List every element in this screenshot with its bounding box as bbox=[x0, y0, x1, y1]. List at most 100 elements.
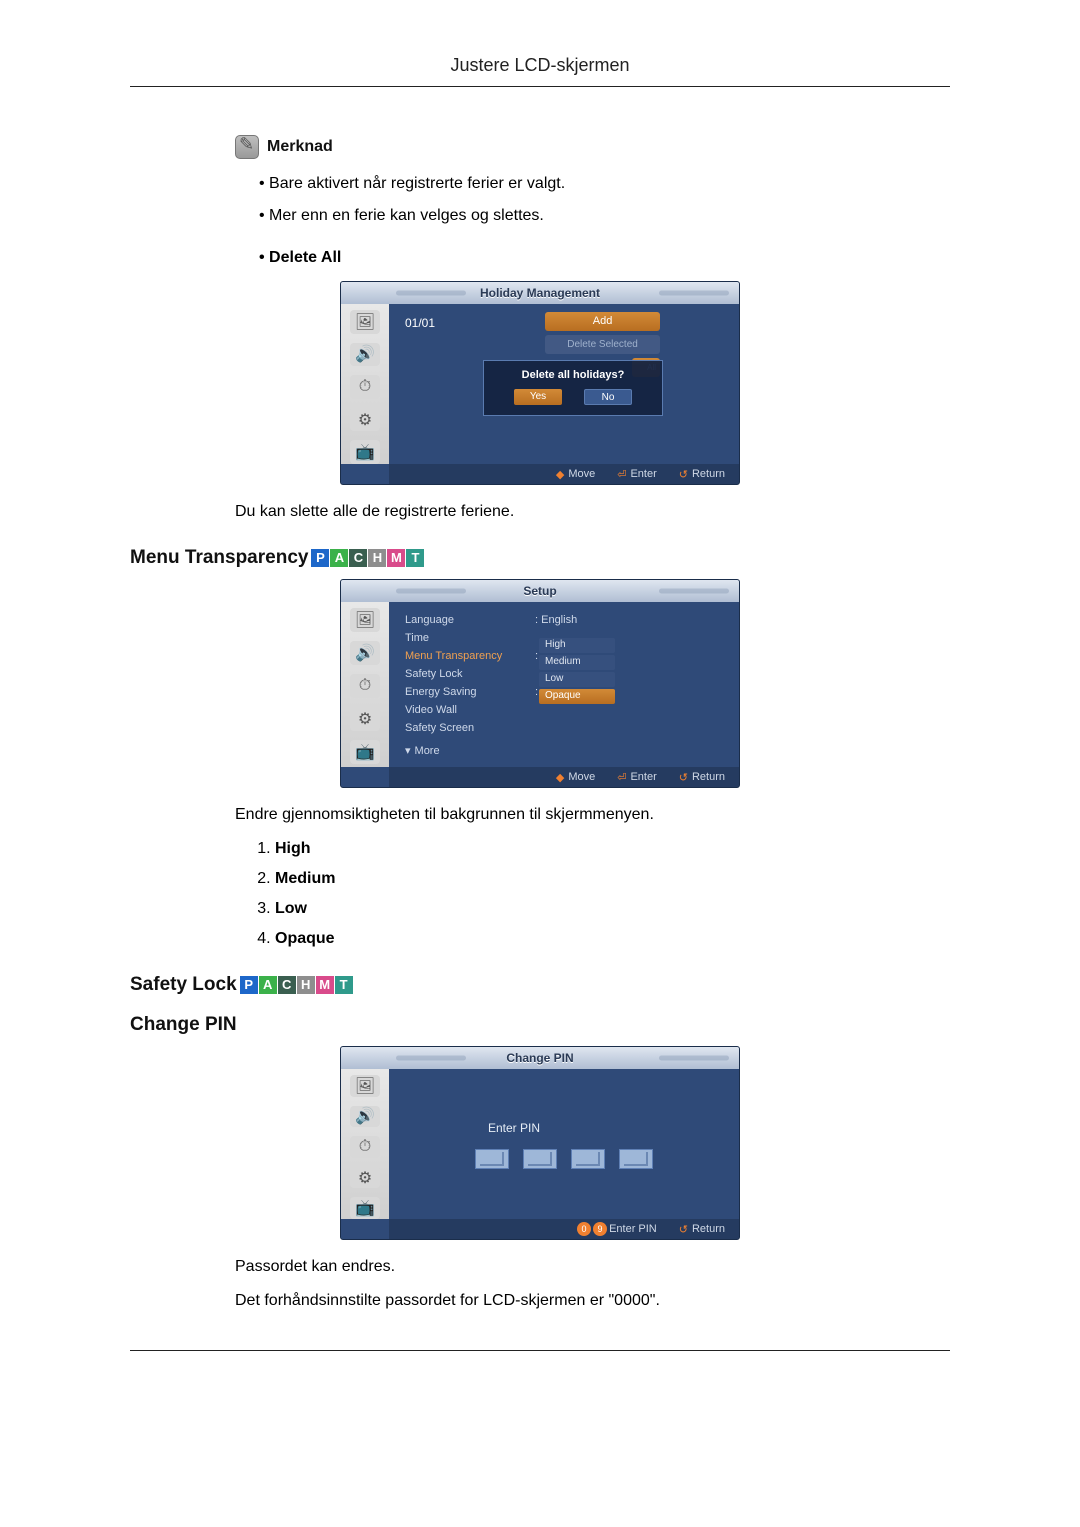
setup-item[interactable]: Video Wall bbox=[405, 704, 535, 716]
osd-footer: 0 9 Enter PIN ↺ Return bbox=[389, 1219, 739, 1239]
dialog-yes-button[interactable]: Yes bbox=[514, 389, 562, 405]
setup-item[interactable]: Safety Screen bbox=[405, 722, 535, 734]
enter-icon: ⏎ bbox=[617, 468, 626, 481]
colon: : bbox=[535, 686, 538, 698]
osd-title: Holiday Management bbox=[341, 282, 739, 304]
more-row[interactable]: ▾More bbox=[405, 744, 721, 757]
list-item: Low bbox=[275, 900, 950, 918]
setup-value: : English bbox=[535, 614, 577, 626]
osd-nav-icon: 📺 bbox=[350, 440, 380, 464]
badge-9: 9 bbox=[593, 1222, 607, 1236]
dialog-no-button[interactable]: No bbox=[584, 389, 632, 405]
footer-move: Move bbox=[568, 468, 595, 480]
pin-digit[interactable] bbox=[523, 1149, 557, 1169]
option-opaque[interactable]: Opaque bbox=[539, 689, 615, 704]
list-item: High bbox=[275, 840, 950, 858]
pin-input[interactable] bbox=[475, 1149, 653, 1169]
osd-nav-icon: 🔊 bbox=[350, 343, 380, 367]
footer-enter: Enter bbox=[630, 771, 656, 783]
osd-change-pin: Change PIN 🖼 🔊 ⏱ ⚙ 📺 Enter PIN 0 bbox=[340, 1046, 740, 1240]
footer-enter-pin: Enter PIN bbox=[609, 1223, 657, 1235]
chip: P bbox=[240, 976, 258, 994]
menu-transparency-caption: Endre gjennomsiktigheten til bakgrunnen … bbox=[235, 806, 950, 824]
note-bullets: Bare aktivert når registrerte ferier er … bbox=[235, 175, 950, 225]
delete-all-caption: Du kan slette alle de registrerte ferien… bbox=[235, 503, 950, 521]
setup-item[interactable]: Time bbox=[405, 632, 535, 644]
top-divider bbox=[130, 86, 950, 87]
mode-chips: PACHMT bbox=[311, 549, 425, 567]
osd-nav-icon: 🖼 bbox=[350, 1075, 380, 1097]
osd-nav-icon: 🖼 bbox=[350, 608, 380, 632]
osd-nav-icon: ⚙ bbox=[350, 408, 380, 432]
chip: C bbox=[278, 976, 296, 994]
page-header: Justere LCD-skjermen bbox=[130, 55, 950, 76]
chip: M bbox=[387, 549, 405, 567]
badge-0: 0 bbox=[577, 1222, 591, 1236]
footer-return: Return bbox=[692, 468, 725, 480]
note-label: Merknad bbox=[267, 138, 333, 156]
list-item: Medium bbox=[275, 870, 950, 888]
osd-sidebar: 🖼 🔊 ⏱ ⚙ 📺 bbox=[341, 602, 389, 767]
menu-transparency-heading: Menu TransparencyPACHMT bbox=[130, 547, 950, 569]
transparency-options-list: High Medium Low Opaque bbox=[275, 840, 950, 948]
setup-item[interactable]: Language bbox=[405, 614, 535, 626]
chip: A bbox=[330, 549, 348, 567]
chip: T bbox=[406, 549, 424, 567]
return-icon: ↺ bbox=[679, 771, 688, 784]
pin-digit[interactable] bbox=[619, 1149, 653, 1169]
holiday-date: 01/01 bbox=[405, 316, 435, 330]
osd-nav-icon: ⚙ bbox=[350, 707, 380, 731]
colon: : bbox=[535, 650, 538, 662]
option-medium[interactable]: Medium bbox=[539, 655, 615, 670]
note-icon bbox=[235, 135, 259, 159]
chip: M bbox=[316, 976, 334, 994]
nav-icon: ◆ bbox=[556, 771, 564, 784]
delete-selected-button[interactable]: Delete Selected bbox=[545, 335, 660, 354]
option-low[interactable]: Low bbox=[539, 672, 615, 687]
bottom-divider bbox=[130, 1350, 950, 1351]
chip: H bbox=[297, 976, 315, 994]
setup-item-active[interactable]: Menu Transparency bbox=[405, 650, 535, 662]
osd-nav-icon: 🖼 bbox=[350, 310, 380, 334]
chip: P bbox=[311, 549, 329, 567]
osd-nav-icon: 📺 bbox=[350, 740, 380, 764]
osd-nav-icon: ⏱ bbox=[350, 1136, 380, 1158]
footer-move: Move bbox=[568, 771, 595, 783]
dialog-message: Delete all holidays? bbox=[494, 369, 652, 381]
add-button[interactable]: Add bbox=[545, 312, 660, 331]
osd-footer: ◆Move ⏎Enter ↺Return bbox=[389, 464, 739, 484]
delete-all-label: Delete All bbox=[259, 249, 950, 267]
return-icon: ↺ bbox=[679, 1223, 688, 1236]
osd-nav-icon: ⏱ bbox=[350, 375, 380, 399]
pin-digit[interactable] bbox=[475, 1149, 509, 1169]
mode-chips: PACHMT bbox=[240, 976, 354, 994]
osd-nav-icon: ⏱ bbox=[350, 674, 380, 698]
osd-setup: Setup 🖼 🔊 ⏱ ⚙ 📺 Language: English Time M… bbox=[340, 579, 740, 788]
footer-enter: Enter bbox=[630, 468, 656, 480]
osd-title: Setup bbox=[341, 580, 739, 602]
footer-return: Return bbox=[692, 771, 725, 783]
osd-nav-icon: 🔊 bbox=[350, 641, 380, 665]
osd-holiday-management: Holiday Management 🖼 🔊 ⏱ ⚙ 📺 01/01 Add D… bbox=[340, 281, 740, 485]
setup-item[interactable]: Safety Lock bbox=[405, 668, 535, 680]
chip: A bbox=[259, 976, 277, 994]
setup-item[interactable]: Energy Saving bbox=[405, 686, 535, 698]
change-pin-heading: Change PIN bbox=[130, 1014, 950, 1036]
chip: T bbox=[335, 976, 353, 994]
option-high[interactable]: High bbox=[539, 638, 615, 653]
note-bullet: Bare aktivert når registrerte ferier er … bbox=[259, 175, 950, 193]
chevron-down-icon: ▾ bbox=[405, 744, 411, 757]
osd-title: Change PIN bbox=[341, 1047, 739, 1069]
return-icon: ↺ bbox=[679, 468, 688, 481]
osd-footer: ◆ Move ⏎ Enter ↺ Return bbox=[389, 767, 739, 787]
enter-pin-label: Enter PIN bbox=[488, 1121, 540, 1135]
chip: C bbox=[349, 549, 367, 567]
pin-digit[interactable] bbox=[571, 1149, 605, 1169]
confirm-dialog: Delete all holidays? Yes No bbox=[483, 360, 663, 416]
pin-caption-1: Passordet kan endres. bbox=[235, 1258, 950, 1276]
note-bullet: Mer enn en ferie kan velges og slettes. bbox=[259, 207, 950, 225]
footer-return: Return bbox=[692, 1223, 725, 1235]
pin-caption-2: Det forhåndsinnstilte passordet for LCD-… bbox=[235, 1292, 950, 1310]
enter-icon: ⏎ bbox=[617, 771, 626, 784]
osd-sidebar: 🖼 🔊 ⏱ ⚙ 📺 bbox=[341, 1069, 389, 1219]
